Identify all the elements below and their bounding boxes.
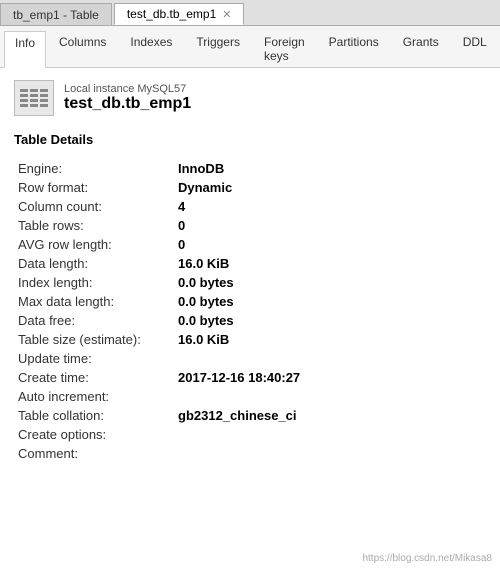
tab-tb-emp1[interactable]: tb_emp1 - Table xyxy=(0,3,112,25)
field-label: Max data length: xyxy=(14,292,174,311)
field-label: Create options: xyxy=(14,425,174,444)
tab-test-db-label: test_db.tb_emp1 xyxy=(127,7,216,21)
details-row: Create options: xyxy=(14,425,486,444)
content-area: Local instance MySQL57 test_db.tb_emp1 T… xyxy=(0,68,500,570)
field-label: Table rows: xyxy=(14,216,174,235)
field-value: InnoDB xyxy=(174,159,486,178)
field-label: Table size (estimate): xyxy=(14,330,174,349)
field-value xyxy=(174,387,486,406)
field-value: 0 xyxy=(174,235,486,254)
tab-close-icon[interactable]: ✕ xyxy=(222,8,231,21)
watermark: https://blog.csdn.net/Mikasa8 xyxy=(362,553,492,564)
field-value: 0.0 bytes xyxy=(174,273,486,292)
main-panel: Info Columns Indexes Triggers Foreign ke… xyxy=(0,26,500,570)
details-row: Create time:2017-12-16 18:40:27 xyxy=(14,368,486,387)
details-row: AVG row length:0 xyxy=(14,235,486,254)
table-info-text: Local instance MySQL57 test_db.tb_emp1 xyxy=(64,83,191,113)
field-label: Comment: xyxy=(14,444,174,463)
field-label: Create time: xyxy=(14,368,174,387)
field-value xyxy=(174,444,486,463)
field-value: 0.0 bytes xyxy=(174,292,486,311)
table-name-heading: test_db.tb_emp1 xyxy=(64,95,191,113)
field-label: Index length: xyxy=(14,273,174,292)
details-row: Update time: xyxy=(14,349,486,368)
field-label: Update time: xyxy=(14,349,174,368)
details-table: Engine:InnoDBRow format:DynamicColumn co… xyxy=(14,159,486,463)
table-header: Local instance MySQL57 test_db.tb_emp1 xyxy=(14,80,486,116)
details-row: Data free:0.0 bytes xyxy=(14,311,486,330)
field-value xyxy=(174,425,486,444)
section-title: Table Details xyxy=(14,132,486,147)
field-label: Table collation: xyxy=(14,406,174,425)
tab-bar: tb_emp1 - Table test_db.tb_emp1 ✕ xyxy=(0,0,500,26)
nav-tab-indexes[interactable]: Indexes xyxy=(119,30,183,67)
field-value: 16.0 KiB xyxy=(174,254,486,273)
field-label: AVG row length: xyxy=(14,235,174,254)
field-label: Data length: xyxy=(14,254,174,273)
field-value xyxy=(174,349,486,368)
tab-test-db-tb-emp1[interactable]: test_db.tb_emp1 ✕ xyxy=(114,3,245,25)
field-value: 2017-12-16 18:40:27 xyxy=(174,368,486,387)
field-label: Data free: xyxy=(14,311,174,330)
field-value: 0.0 bytes xyxy=(174,311,486,330)
field-value: Dynamic xyxy=(174,178,486,197)
details-row: Index length:0.0 bytes xyxy=(14,273,486,292)
field-value: 16.0 KiB xyxy=(174,330,486,349)
nav-tab-partitions[interactable]: Partitions xyxy=(318,30,390,67)
field-value: 4 xyxy=(174,197,486,216)
tab-tb-emp1-label: tb_emp1 - Table xyxy=(13,8,99,22)
details-row: Row format:Dynamic xyxy=(14,178,486,197)
details-row: Column count:4 xyxy=(14,197,486,216)
field-label: Column count: xyxy=(14,197,174,216)
nav-tab-foreign-keys[interactable]: Foreign keys xyxy=(253,30,316,67)
details-row: Data length:16.0 KiB xyxy=(14,254,486,273)
field-label: Row format: xyxy=(14,178,174,197)
field-label: Engine: xyxy=(14,159,174,178)
details-row: Engine:InnoDB xyxy=(14,159,486,178)
table-icon xyxy=(14,80,54,116)
field-label: Auto increment: xyxy=(14,387,174,406)
nav-tab-columns[interactable]: Columns xyxy=(48,30,117,67)
details-row: Comment: xyxy=(14,444,486,463)
nav-tab-triggers[interactable]: Triggers xyxy=(185,30,251,67)
details-row: Table collation:gb2312_chinese_ci xyxy=(14,406,486,425)
details-row: Table size (estimate):16.0 KiB xyxy=(14,330,486,349)
field-value: 0 xyxy=(174,216,486,235)
instance-label: Local instance MySQL57 xyxy=(64,83,191,95)
nav-tabs: Info Columns Indexes Triggers Foreign ke… xyxy=(0,26,500,68)
details-row: Auto increment: xyxy=(14,387,486,406)
nav-tab-ddl[interactable]: DDL xyxy=(452,30,498,67)
details-row: Max data length:0.0 bytes xyxy=(14,292,486,311)
field-value: gb2312_chinese_ci xyxy=(174,406,486,425)
nav-tab-grants[interactable]: Grants xyxy=(392,30,450,67)
nav-tab-info[interactable]: Info xyxy=(4,31,46,68)
details-row: Table rows:0 xyxy=(14,216,486,235)
